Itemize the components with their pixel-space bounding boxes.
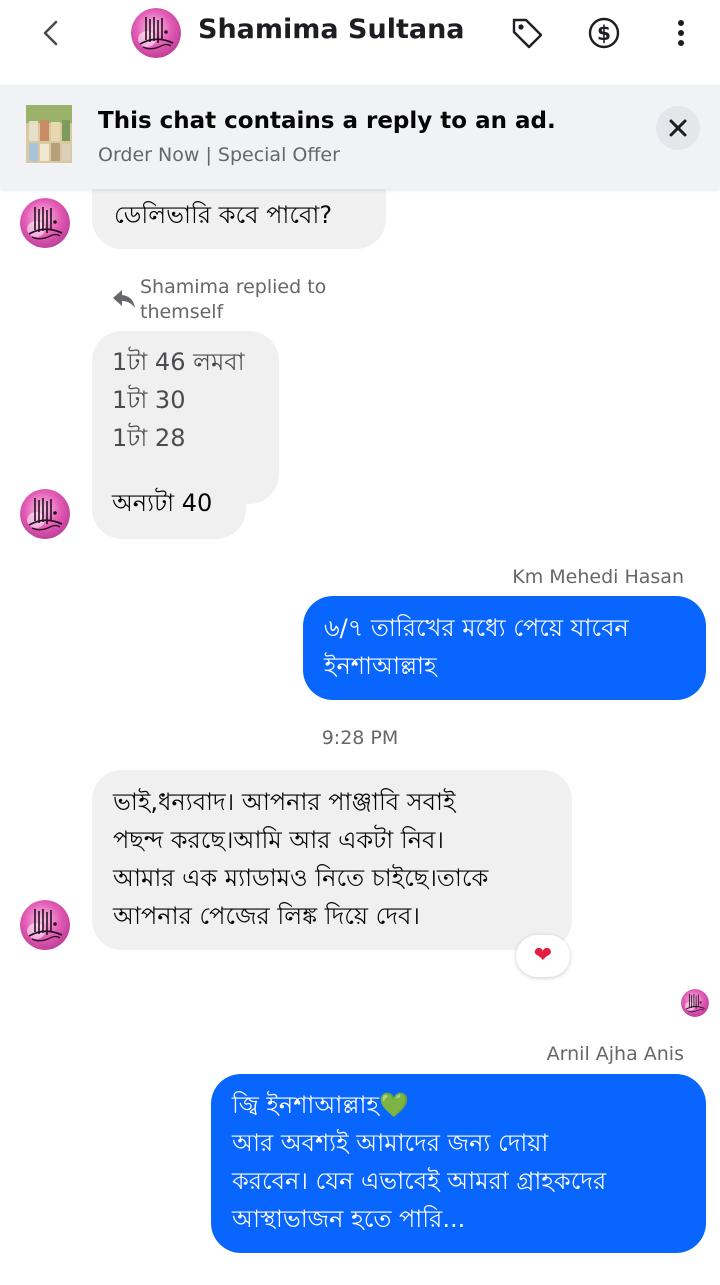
- message-text-line: জ্বি ইনশাআল্লাহ💚: [232, 1086, 706, 1124]
- chat-header: Shamima Sultana $: [0, 0, 720, 85]
- reply-arrow-icon: [110, 284, 138, 312]
- message-text-line: করবেন। যেন এভাবেই আমরা গ্রাহকদের: [232, 1167, 607, 1195]
- reply-note: Shamima replied to themself: [140, 275, 326, 325]
- message-text-line: পছন্দ করছে।আমি আর একটা নিব।: [113, 826, 444, 854]
- message-bubble-outgoing[interactable]: জ্বি ইনশাআল্লাহ💚 আর অবশ্যই আমাদের জন্য দ…: [211, 1074, 706, 1253]
- sender-name: Km Mehedi Hasan: [512, 566, 684, 588]
- ad-thumbnail: [26, 105, 72, 163]
- sender-name: Arnil Ajha Anis: [546, 1043, 684, 1065]
- ad-reply-banner[interactable]: This chat contains a reply to an ad. Ord…: [0, 85, 720, 189]
- message-text-line: 1টা 28: [112, 424, 186, 452]
- message-text-line: আর অবশ্যই আমাদের জন্য দোয়া: [232, 1129, 549, 1157]
- ad-banner-subtitle: Order Now | Special Offer: [98, 144, 340, 166]
- tag-icon[interactable]: [508, 14, 546, 52]
- message-text-line: আমার এক ম্যাডামও নিতে চাইছে।তাকে: [113, 864, 489, 892]
- message-text: জ্বি ইনশাআল্লাহ: [232, 1091, 380, 1119]
- message-text-line: আপনার পেজের লিঙ্ক দিয়ে দেব।: [113, 902, 420, 930]
- message-bubble-outgoing[interactable]: ৬/৭ তারিখের মধ্যে পেয়ে যাবেন ইনশাআল্লাহ: [303, 596, 706, 700]
- message-text-line: আস্থাভাজন হতে পারি...: [232, 1205, 466, 1233]
- sender-avatar[interactable]: [20, 489, 70, 539]
- dollar-icon[interactable]: $: [585, 14, 623, 52]
- green-heart-emoji: 💚: [379, 1091, 409, 1119]
- sender-avatar[interactable]: [20, 900, 70, 950]
- message-text: অন্যটা 40: [112, 489, 213, 517]
- reply-note-line: Shamima replied to: [140, 276, 327, 298]
- back-chevron-icon[interactable]: [36, 16, 68, 50]
- message-text-line: ৬/৭ তারিখের মধ্যে পেয়ে যাবেন: [324, 614, 629, 642]
- close-banner-button[interactable]: [656, 106, 700, 150]
- sender-avatar[interactable]: [20, 198, 70, 248]
- ad-banner-title: This chat contains a reply to an ad.: [98, 108, 556, 134]
- read-receipt-avatar: [681, 989, 709, 1017]
- contact-avatar[interactable]: [131, 8, 181, 58]
- message-text-line: 1টা 46 লমবা: [112, 348, 245, 376]
- timestamp: 9:28 PM: [321, 727, 399, 749]
- message-text-line: ভাই,ধন্যবাদ। আপনার পাঞ্জাবি সবাই: [113, 788, 456, 816]
- reply-note-line: themself: [140, 301, 224, 323]
- heart-reaction[interactable]: ❤: [516, 935, 570, 977]
- message-text-line: 1টা 30: [112, 386, 186, 414]
- svg-text:$: $: [597, 21, 611, 45]
- message-text: ডেলিভারি কবে পাবো?: [114, 201, 333, 229]
- heart-icon: ❤: [533, 943, 553, 968]
- more-vertical-icon[interactable]: [662, 14, 700, 52]
- close-icon: [669, 119, 687, 137]
- contact-name[interactable]: Shamima Sultana: [198, 14, 465, 45]
- message-text-line: ইনশাআল্লাহ: [324, 652, 437, 680]
- message-bubble-incoming[interactable]: ভাই,ধন্যবাদ। আপনার পাঞ্জাবি সবাই পছন্দ ক…: [92, 770, 572, 950]
- message-bubble-incoming[interactable]: অন্যটা 40: [92, 468, 246, 539]
